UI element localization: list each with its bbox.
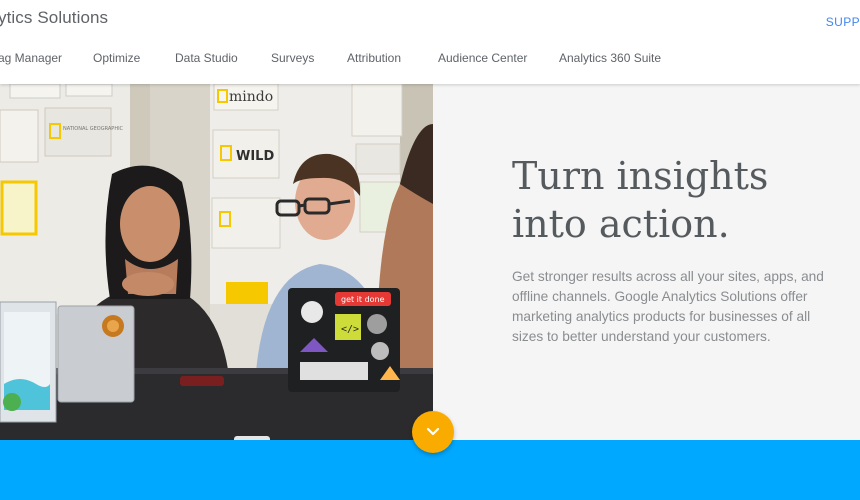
hero-description: Get stronger results across all your sit… [512, 269, 824, 344]
hero-headline-line-2: into action. [512, 202, 730, 246]
nav-surveys[interactable]: Surveys [271, 51, 314, 65]
poster-mindo-label: mindo [229, 89, 273, 105]
hero-headline: Turn insights into action. [512, 152, 842, 248]
nav-analytics-360-suite[interactable]: Analytics 360 Suite [559, 51, 661, 65]
hero-photo: NATIONAL GEOGRAPHIC mindo WILD get it do… [0, 84, 433, 440]
nav-audience-center[interactable]: Audience Center [438, 51, 527, 65]
scroll-down-button[interactable] [412, 411, 454, 453]
sticker-code: </> [341, 324, 359, 335]
sticker-get-it-done: get it done [341, 295, 385, 304]
support-link[interactable]: SUPP [826, 15, 860, 29]
chevron-down-icon [426, 427, 440, 436]
nav-attribution[interactable]: Attribution [347, 51, 401, 65]
nav-tag-manager[interactable]: ag Manager [0, 51, 62, 65]
nav-optimize[interactable]: Optimize [93, 51, 140, 65]
brand-logo-text[interactable]: ytics Solutions [0, 8, 108, 28]
poster-natgeo-label: NATIONAL GEOGRAPHIC [63, 126, 124, 132]
office-scene-illustration: NATIONAL GEOGRAPHIC mindo WILD get it do… [0, 84, 433, 440]
hero-headline-line-1: Turn insights [512, 154, 769, 198]
poster-wild-label: WILD [236, 149, 274, 164]
product-nav: ag Manager Optimize Data Studio Surveys … [0, 51, 860, 69]
hero-text-panel: Turn insights into action. Get stronger … [433, 84, 860, 440]
nav-data-studio[interactable]: Data Studio [175, 51, 238, 65]
top-bar: ytics Solutions SUPP ag Manager Optimize… [0, 0, 860, 84]
